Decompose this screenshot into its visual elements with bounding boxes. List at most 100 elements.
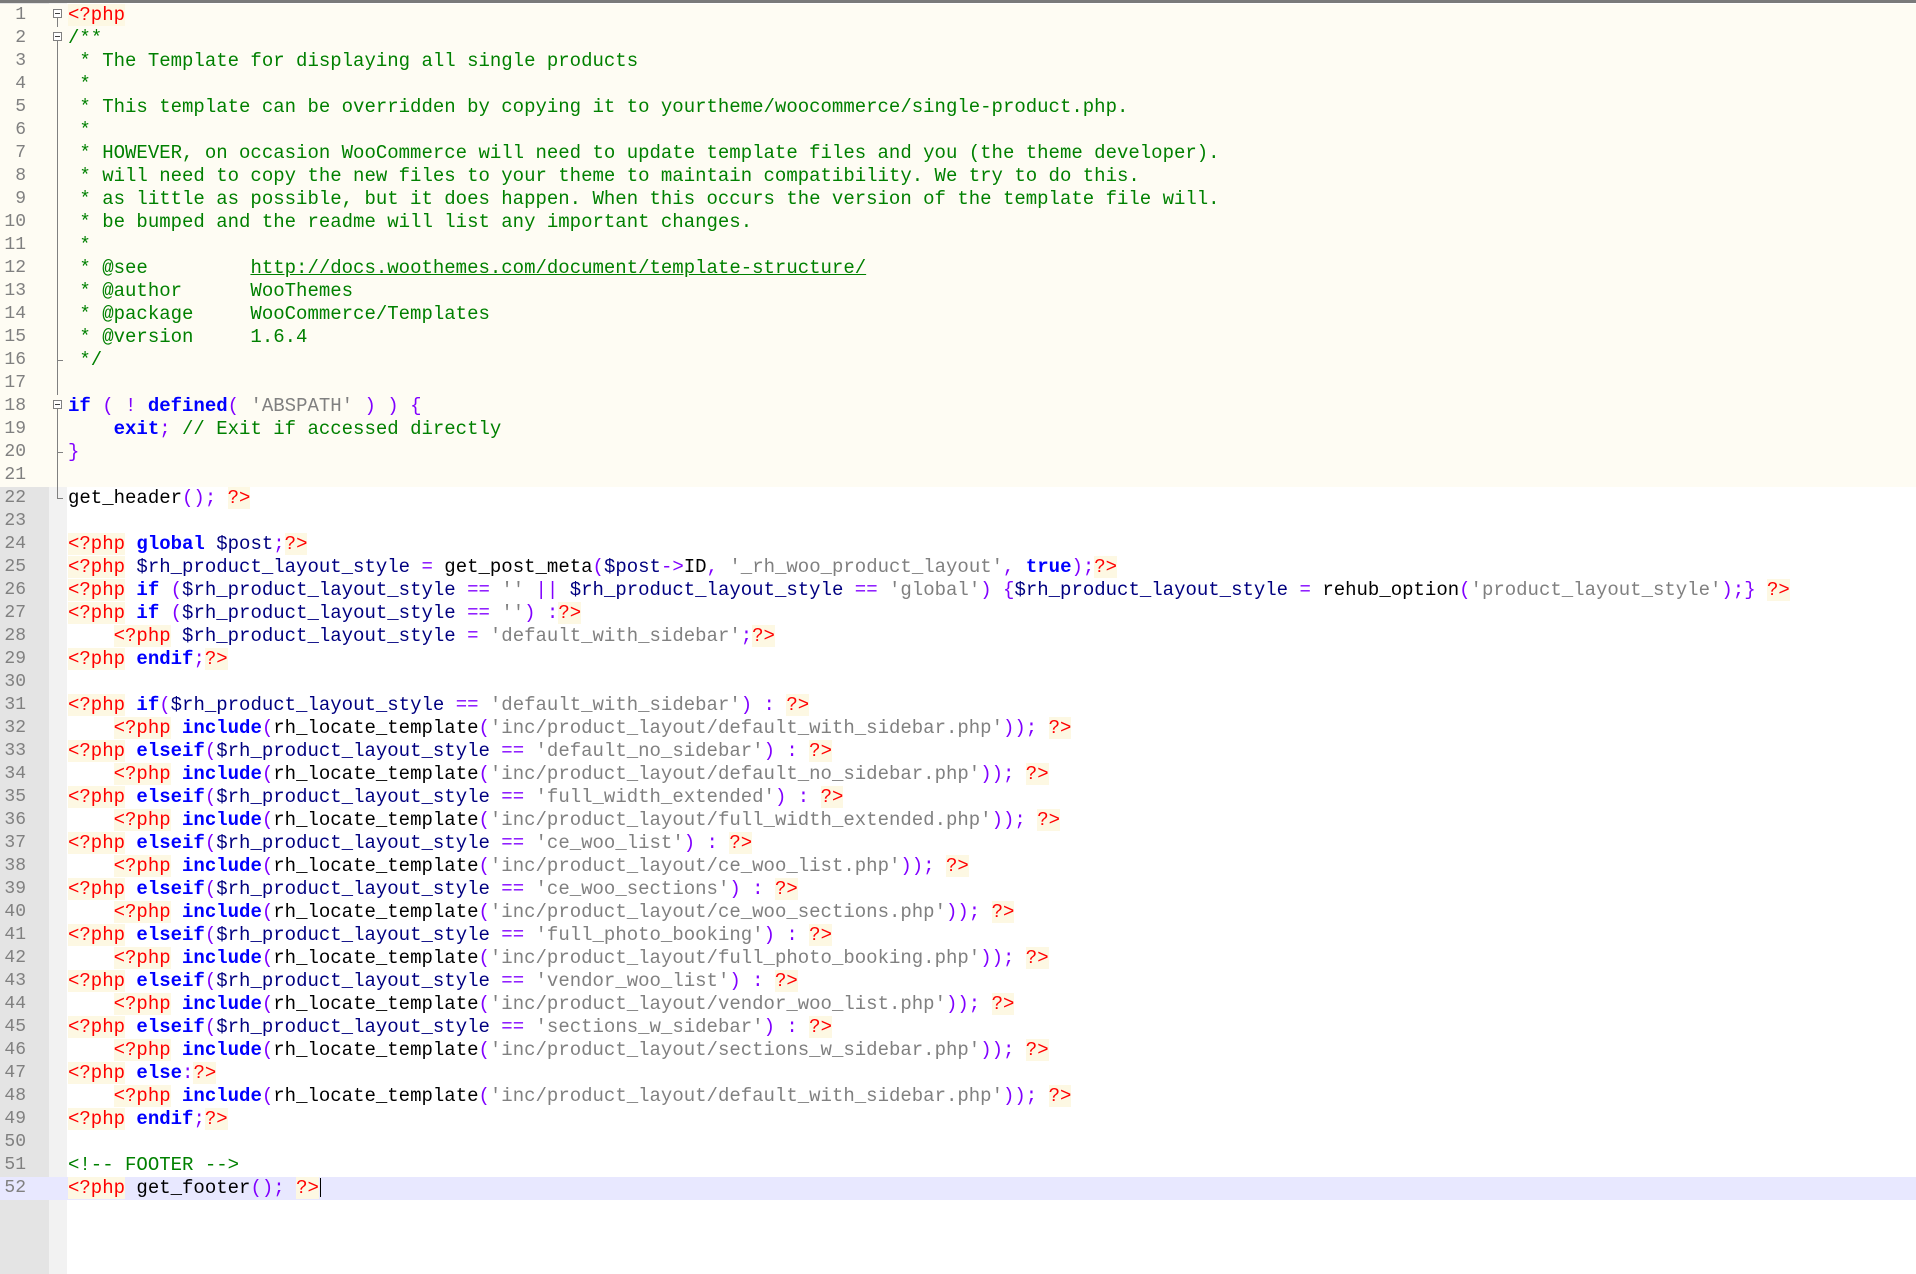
code-text[interactable]: get_header(); ?> bbox=[68, 487, 251, 510]
code-text[interactable]: <?php elseif($rh_product_layout_style ==… bbox=[68, 878, 798, 901]
code-line[interactable]: 11 * bbox=[0, 234, 1916, 257]
code-line[interactable]: 45 <?php elseif($rh_product_layout_style … bbox=[0, 1016, 1916, 1039]
code-line[interactable]: 47 <?php else:?> bbox=[0, 1062, 1916, 1085]
code-line[interactable]: 18 if ( ! defined( 'ABSPATH' ) ) { bbox=[0, 395, 1916, 418]
code-line[interactable]: 36 <?php include(rh_locate_template('inc… bbox=[0, 809, 1916, 832]
code-text[interactable]: * bbox=[68, 119, 90, 142]
code-text[interactable]: * @version 1.6.4 bbox=[68, 326, 307, 349]
code-text[interactable]: <?php elseif($rh_product_layout_style ==… bbox=[68, 786, 844, 809]
code-line[interactable]: 14 * @package WooCommerce/Templates bbox=[0, 303, 1916, 326]
code-text[interactable]: } bbox=[68, 441, 79, 464]
code-line[interactable]: 16 */ bbox=[0, 349, 1916, 372]
code-line[interactable]: 32 <?php include(rh_locate_template('inc… bbox=[0, 717, 1916, 740]
code-text[interactable]: * bbox=[68, 73, 90, 96]
code-text[interactable]: <?php get_footer(); ?> bbox=[68, 1177, 321, 1200]
code-line[interactable]: 37 <?php elseif($rh_product_layout_style … bbox=[0, 832, 1916, 855]
code-editor[interactable]: 1 <?php 2/** 3 * The Template for displayin… bbox=[0, 0, 1916, 1274]
code-line[interactable]: 9 * as little as possible, but it does h… bbox=[0, 188, 1916, 211]
code-text[interactable]: * will need to copy the new files to you… bbox=[68, 165, 1139, 188]
code-line[interactable]: 17 bbox=[0, 372, 1916, 395]
code-line[interactable]: 6 * bbox=[0, 119, 1916, 142]
code-line[interactable]: 46 <?php include(rh_locate_template('inc… bbox=[0, 1039, 1916, 1062]
code-line[interactable]: 3 * The Template for displaying all sing… bbox=[0, 50, 1916, 73]
code-line[interactable]: 21 bbox=[0, 464, 1916, 487]
code-text[interactable]: <?php include(rh_locate_template('inc/pr… bbox=[68, 1085, 1072, 1108]
code-line[interactable]: 38 <?php include(rh_locate_template('inc… bbox=[0, 855, 1916, 878]
code-line[interactable]: 33 <?php elseif($rh_product_layout_style … bbox=[0, 740, 1916, 763]
fold-marker[interactable] bbox=[50, 395, 66, 418]
code-line[interactable]: 13 * @author WooThemes bbox=[0, 280, 1916, 303]
code-text[interactable]: <?php endif;?> bbox=[68, 1108, 228, 1131]
code-line[interactable]: 35 <?php elseif($rh_product_layout_style … bbox=[0, 786, 1916, 809]
code-line[interactable]: 43 <?php elseif($rh_product_layout_style … bbox=[0, 970, 1916, 993]
code-line[interactable]: 20} bbox=[0, 441, 1916, 464]
code-line[interactable]: 1 <?php bbox=[0, 4, 1916, 27]
code-line[interactable]: 24 <?php global $post;?> bbox=[0, 533, 1916, 556]
code-line[interactable]: 5 * This template can be overridden by c… bbox=[0, 96, 1916, 119]
code-line[interactable]: 22 get_header(); ?> bbox=[0, 487, 1916, 510]
collapse-icon[interactable] bbox=[53, 400, 62, 409]
code-line[interactable]: 8 * will need to copy the new files to y… bbox=[0, 165, 1916, 188]
code-text[interactable]: <?php $rh_product_layout_style = get_pos… bbox=[68, 556, 1118, 579]
code-line[interactable]: 50 bbox=[0, 1131, 1916, 1154]
code-line[interactable]: 19 exit; // Exit if accessed directly bbox=[0, 418, 1916, 441]
collapse-icon[interactable] bbox=[53, 32, 62, 41]
code-text[interactable]: <?php include(rh_locate_template('inc/pr… bbox=[68, 809, 1061, 832]
code-line[interactable]: 41 <?php elseif($rh_product_layout_style … bbox=[0, 924, 1916, 947]
code-line[interactable]: 26 <?php if ($rh_product_layout_style == … bbox=[0, 579, 1916, 602]
code-text[interactable]: <?php $rh_product_layout_style = 'defaul… bbox=[68, 625, 775, 648]
fold-marker[interactable] bbox=[50, 4, 66, 27]
code-line[interactable]: 12 * @see http://docs.woothemes.com/docu… bbox=[0, 257, 1916, 280]
code-line[interactable]: 49 <?php endif;?> bbox=[0, 1108, 1916, 1131]
code-line[interactable]: 15 * @version 1.6.4 bbox=[0, 326, 1916, 349]
code-line[interactable]: 40 <?php include(rh_locate_template('inc… bbox=[0, 901, 1916, 924]
code-text[interactable]: * @package WooCommerce/Templates bbox=[68, 303, 489, 326]
collapse-icon[interactable] bbox=[53, 9, 62, 18]
code-line[interactable]: 34 <?php include(rh_locate_template('inc… bbox=[0, 763, 1916, 786]
code-text[interactable]: <?php if ($rh_product_layout_style == ''… bbox=[68, 602, 582, 625]
code-text[interactable]: <?php bbox=[68, 4, 126, 27]
code-text[interactable]: <?php else:?> bbox=[68, 1062, 217, 1085]
code-text[interactable]: <?php endif;?> bbox=[68, 648, 228, 671]
code-text[interactable]: exit; // Exit if accessed directly bbox=[68, 418, 502, 441]
code-text[interactable]: <?php if ($rh_product_layout_style == ''… bbox=[68, 579, 1790, 602]
code-text[interactable]: <?php elseif($rh_product_layout_style ==… bbox=[68, 924, 832, 947]
code-text[interactable]: <?php elseif($rh_product_layout_style ==… bbox=[68, 832, 753, 855]
code-text[interactable]: */ bbox=[68, 349, 102, 372]
code-line[interactable]: 31 <?php if($rh_product_layout_style == '… bbox=[0, 694, 1916, 717]
code-text[interactable]: * HOWEVER, on occasion WooCommerce will … bbox=[68, 142, 1219, 165]
code-text[interactable]: <?php global $post;?> bbox=[68, 533, 308, 556]
code-text[interactable]: * This template can be overridden by cop… bbox=[68, 96, 1128, 119]
code-text[interactable]: <?php include(rh_locate_template('inc/pr… bbox=[68, 855, 969, 878]
code-line[interactable]: 2 /** bbox=[0, 27, 1916, 50]
code-text[interactable]: if ( ! defined( 'ABSPATH' ) ) { bbox=[68, 395, 422, 418]
code-text[interactable]: <?php include(rh_locate_template('inc/pr… bbox=[68, 993, 1015, 1016]
code-text[interactable]: <?php if($rh_product_layout_style == 'de… bbox=[68, 694, 810, 717]
code-line[interactable]: 30 bbox=[0, 671, 1916, 694]
code-lines[interactable]: 1 <?php 2/** 3 * The Template for displayin… bbox=[0, 4, 1916, 1200]
code-line[interactable]: 27 <?php if ($rh_product_layout_style == … bbox=[0, 602, 1916, 625]
code-line[interactable]: 48 <?php include(rh_locate_template('inc… bbox=[0, 1085, 1916, 1108]
code-line[interactable]: 23 bbox=[0, 510, 1916, 533]
code-text[interactable]: <?php include(rh_locate_template('inc/pr… bbox=[68, 901, 1015, 924]
fold-marker[interactable] bbox=[50, 27, 66, 50]
code-text[interactable]: /** bbox=[68, 27, 102, 50]
code-text[interactable]: <?php elseif($rh_product_layout_style ==… bbox=[68, 970, 798, 993]
code-line[interactable]: 39 <?php elseif($rh_product_layout_style … bbox=[0, 878, 1916, 901]
code-line[interactable]: 52 <?php get_footer(); ?> bbox=[0, 1177, 1916, 1200]
code-line[interactable]: 10 * be bumped and the readme will list … bbox=[0, 211, 1916, 234]
code-text[interactable]: * be bumped and the readme will list any… bbox=[68, 211, 752, 234]
code-text[interactable]: <?php include(rh_locate_template('inc/pr… bbox=[68, 763, 1049, 786]
code-line[interactable]: 4 * bbox=[0, 73, 1916, 96]
code-line[interactable]: 51 <!-- FOOTER --> bbox=[0, 1154, 1916, 1177]
code-text[interactable]: * @see http://docs.woothemes.com/documen… bbox=[68, 257, 866, 280]
code-text[interactable]: <?php include(rh_locate_template('inc/pr… bbox=[68, 1039, 1049, 1062]
code-text[interactable]: <?php include(rh_locate_template('inc/pr… bbox=[68, 947, 1049, 970]
code-line[interactable]: 42 <?php include(rh_locate_template('inc… bbox=[0, 947, 1916, 970]
code-text[interactable]: <?php include(rh_locate_template('inc/pr… bbox=[68, 717, 1072, 740]
code-text[interactable]: * as little as possible, but it does hap… bbox=[68, 188, 1219, 211]
code-line[interactable]: 44 <?php include(rh_locate_template('inc… bbox=[0, 993, 1916, 1016]
code-line[interactable]: 7 * HOWEVER, on occasion WooCommerce wil… bbox=[0, 142, 1916, 165]
code-text[interactable]: * @author WooThemes bbox=[68, 280, 353, 303]
code-line[interactable]: 25 <?php $rh_product_layout_style = get_p… bbox=[0, 556, 1916, 579]
